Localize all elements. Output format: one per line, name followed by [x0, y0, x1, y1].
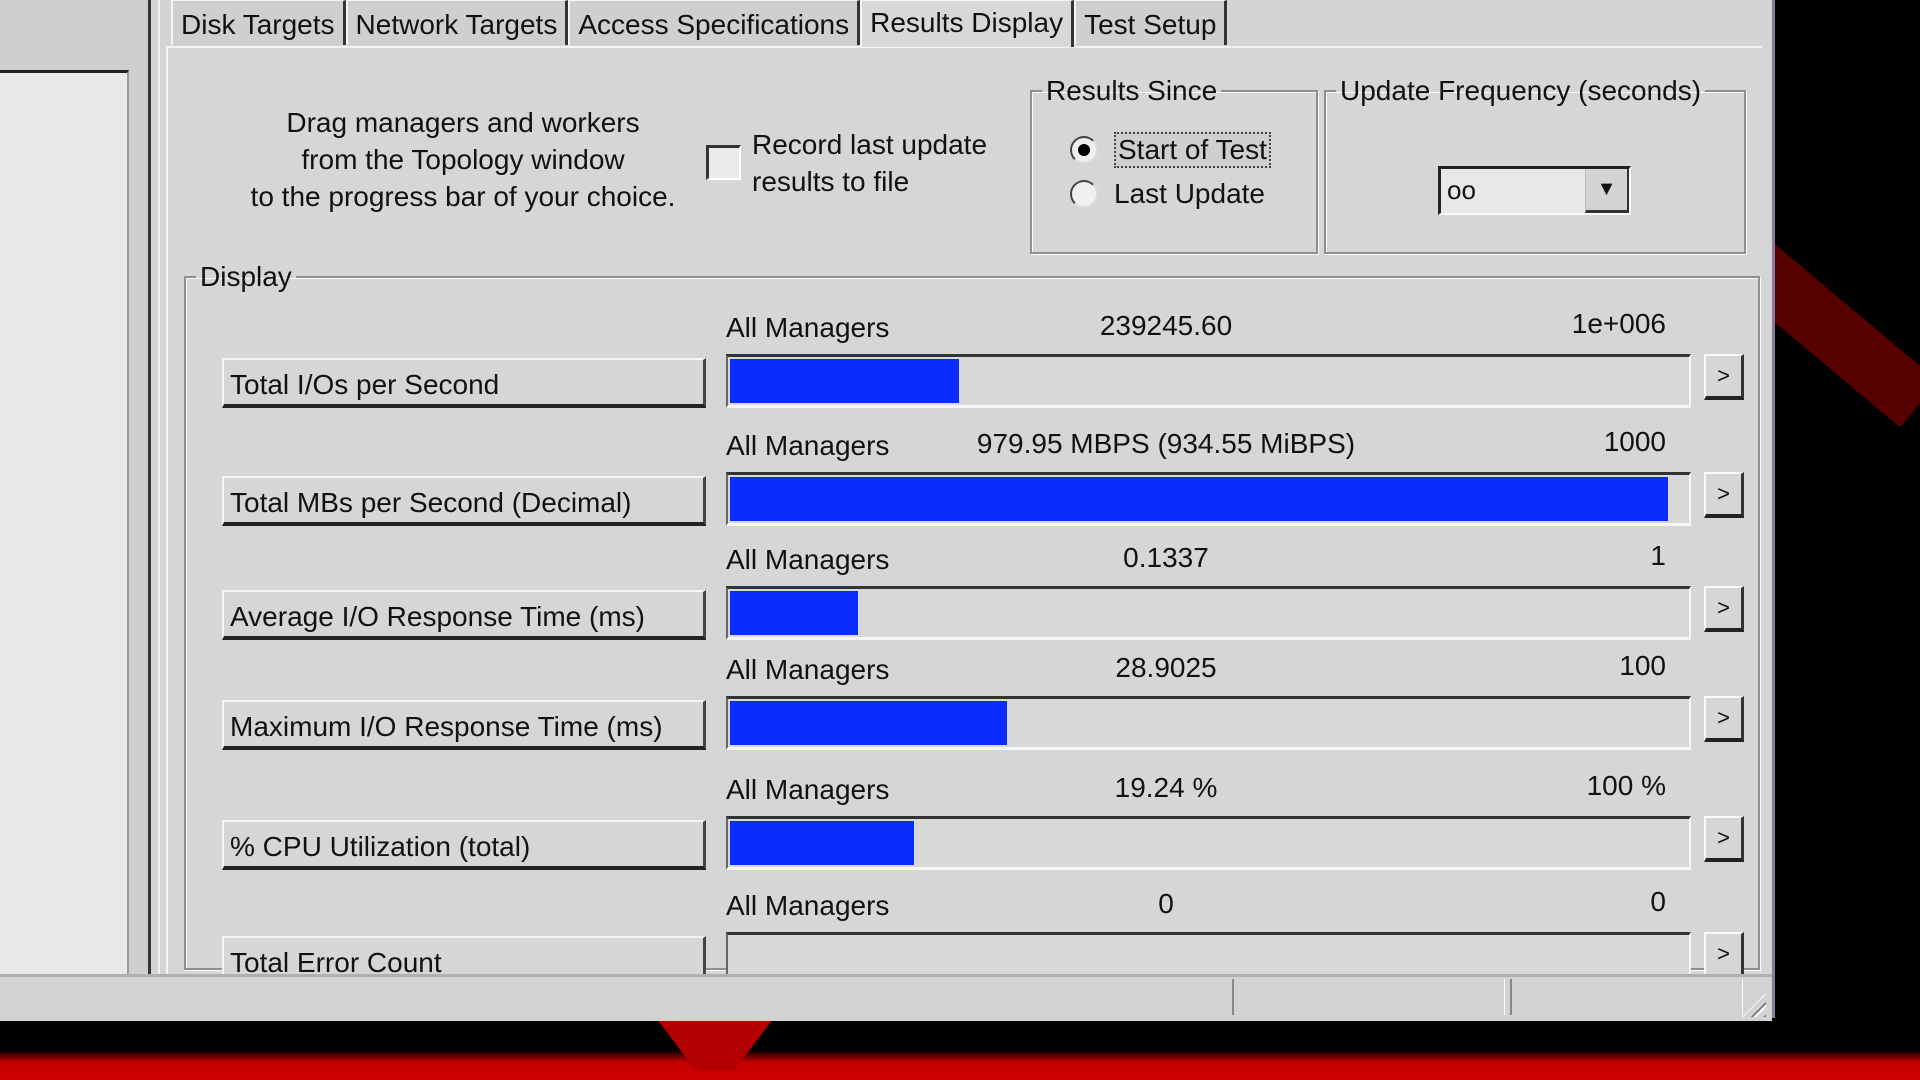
results-since-title: Results Since [1046, 75, 1218, 106]
radio-unchecked-icon [1070, 180, 1098, 208]
radio-label: Last Update [1114, 178, 1265, 209]
tab-access-specifications[interactable]: Access Specifications [568, 0, 861, 45]
status-bar [0, 974, 1772, 1021]
metric-progress-bar[interactable] [726, 816, 1691, 870]
pane-splitter-highlight [158, 0, 160, 975]
radio-checked-icon [1070, 136, 1098, 164]
metric-row: All Managers 979.95 MBPS (934.55 MiBPS) 10… [186, 426, 1758, 550]
iometer-window: Disk Targets Network Targets Access Spec… [0, 0, 1772, 1021]
tab-bar: Disk Targets Network Targets Access Spec… [171, 0, 1228, 47]
radio-label: Start of Test [1114, 132, 1271, 168]
metric-value: 979.95 MBPS (934.55 MiBPS) [976, 428, 1356, 459]
dropdown-arrow-icon[interactable]: ▼ [1585, 169, 1629, 213]
metric-value: 19.24 % [1114, 772, 1218, 803]
drag-instructions: Drag managers and workers from the Topol… [228, 104, 698, 215]
metric-max: 100 % [1586, 770, 1666, 801]
metric-manager: All Managers [726, 774, 890, 805]
metric-progress-fill [730, 477, 1668, 521]
metric-select-button[interactable]: % CPU Utilization (total) [222, 820, 706, 870]
metric-max: 1 [1650, 540, 1666, 571]
update-frequency-value: oo [1447, 175, 1476, 205]
metric-select-button[interactable]: Maximum I/O Response Time (ms) [222, 700, 706, 750]
metric-manager: All Managers [726, 430, 890, 461]
metric-manager: All Managers [726, 544, 890, 575]
metric-max: 1000 [1603, 426, 1666, 457]
metric-progress-fill [730, 359, 959, 403]
background-red-floor [0, 1050, 1920, 1080]
metric-row: All Managers 19.24 % 100 % % CPU Utilizatio… [186, 770, 1758, 894]
results-since-group: Results Since Start of Test Last Update [1030, 76, 1318, 254]
update-frequency-select[interactable]: oo ▼ [1438, 166, 1631, 215]
metric-manager: All Managers [726, 312, 890, 343]
update-frequency-title: Update Frequency (seconds) [1340, 75, 1702, 106]
metric-manager: All Managers [726, 654, 890, 685]
metric-max: 0 [1650, 886, 1666, 917]
metric-max: 100 [1619, 650, 1666, 681]
metric-next-button[interactable]: > [1704, 932, 1744, 978]
pane-splitter[interactable] [148, 0, 151, 975]
instructions-line: to the progress bar of your choice. [250, 181, 676, 212]
display-group: Display All Managers 239245.60 1e+006 Total… [184, 261, 1760, 986]
metric-progress-fill [730, 701, 1007, 745]
metric-progress-bar[interactable] [726, 696, 1691, 750]
metric-max: 1e+006 [1571, 308, 1666, 339]
metric-next-button[interactable]: > [1704, 696, 1744, 742]
radio-start-of-test[interactable]: Start of Test [1070, 132, 1271, 168]
metric-row: All Managers 239245.60 1e+006 Total I/Os pe… [186, 308, 1758, 432]
metric-next-button[interactable]: > [1704, 816, 1744, 862]
metric-value: 28.9025 [1115, 652, 1217, 683]
metric-select-button[interactable]: Total MBs per Second (Decimal) [222, 476, 706, 526]
metric-value: 239245.60 [1099, 310, 1233, 341]
instructions-line: Drag managers and workers [286, 107, 640, 138]
tab-test-setup[interactable]: Test Setup [1074, 0, 1228, 45]
status-cell [1232, 979, 1505, 1015]
radio-last-update[interactable]: Last Update [1070, 178, 1265, 210]
topology-tree[interactable] [0, 70, 129, 978]
display-title: Display [200, 261, 292, 292]
metric-next-button[interactable]: > [1704, 586, 1744, 632]
record-last-update-checkbox[interactable] [706, 145, 741, 180]
metric-value: 0 [1158, 888, 1174, 919]
metric-row: All Managers 28.9025 100 Maximum I/O Respon… [186, 650, 1758, 774]
metric-select-button[interactable]: Average I/O Response Time (ms) [222, 590, 706, 640]
update-frequency-group: Update Frequency (seconds) oo ▼ [1324, 76, 1746, 254]
metric-progress-bar[interactable] [726, 354, 1691, 408]
tab-disk-targets[interactable]: Disk Targets [171, 0, 346, 45]
instructions-line: from the Topology window [301, 144, 625, 175]
metric-next-button[interactable]: > [1704, 472, 1744, 518]
tab-results-display[interactable]: Results Display [860, 0, 1075, 47]
record-label-line: results to file [752, 166, 910, 197]
record-last-update-label[interactable]: Record last update results to file [752, 126, 987, 200]
tab-network-targets[interactable]: Network Targets [345, 0, 569, 45]
metric-value: 0.1337 [1123, 542, 1209, 573]
resize-grip-icon[interactable] [1742, 993, 1766, 1017]
metric-progress-bar[interactable] [726, 472, 1691, 526]
metric-manager: All Managers [726, 890, 890, 921]
metric-progress-bar[interactable] [726, 586, 1691, 640]
status-cell [1510, 979, 1743, 1015]
metric-select-button[interactable]: Total I/Os per Second [222, 358, 706, 408]
metric-row: All Managers 0.1337 1 Average I/O Response … [186, 540, 1758, 664]
metric-progress-fill [730, 821, 915, 865]
record-label-line: Record last update [752, 129, 988, 160]
metric-next-button[interactable]: > [1704, 354, 1744, 400]
metric-progress-fill [730, 591, 858, 635]
